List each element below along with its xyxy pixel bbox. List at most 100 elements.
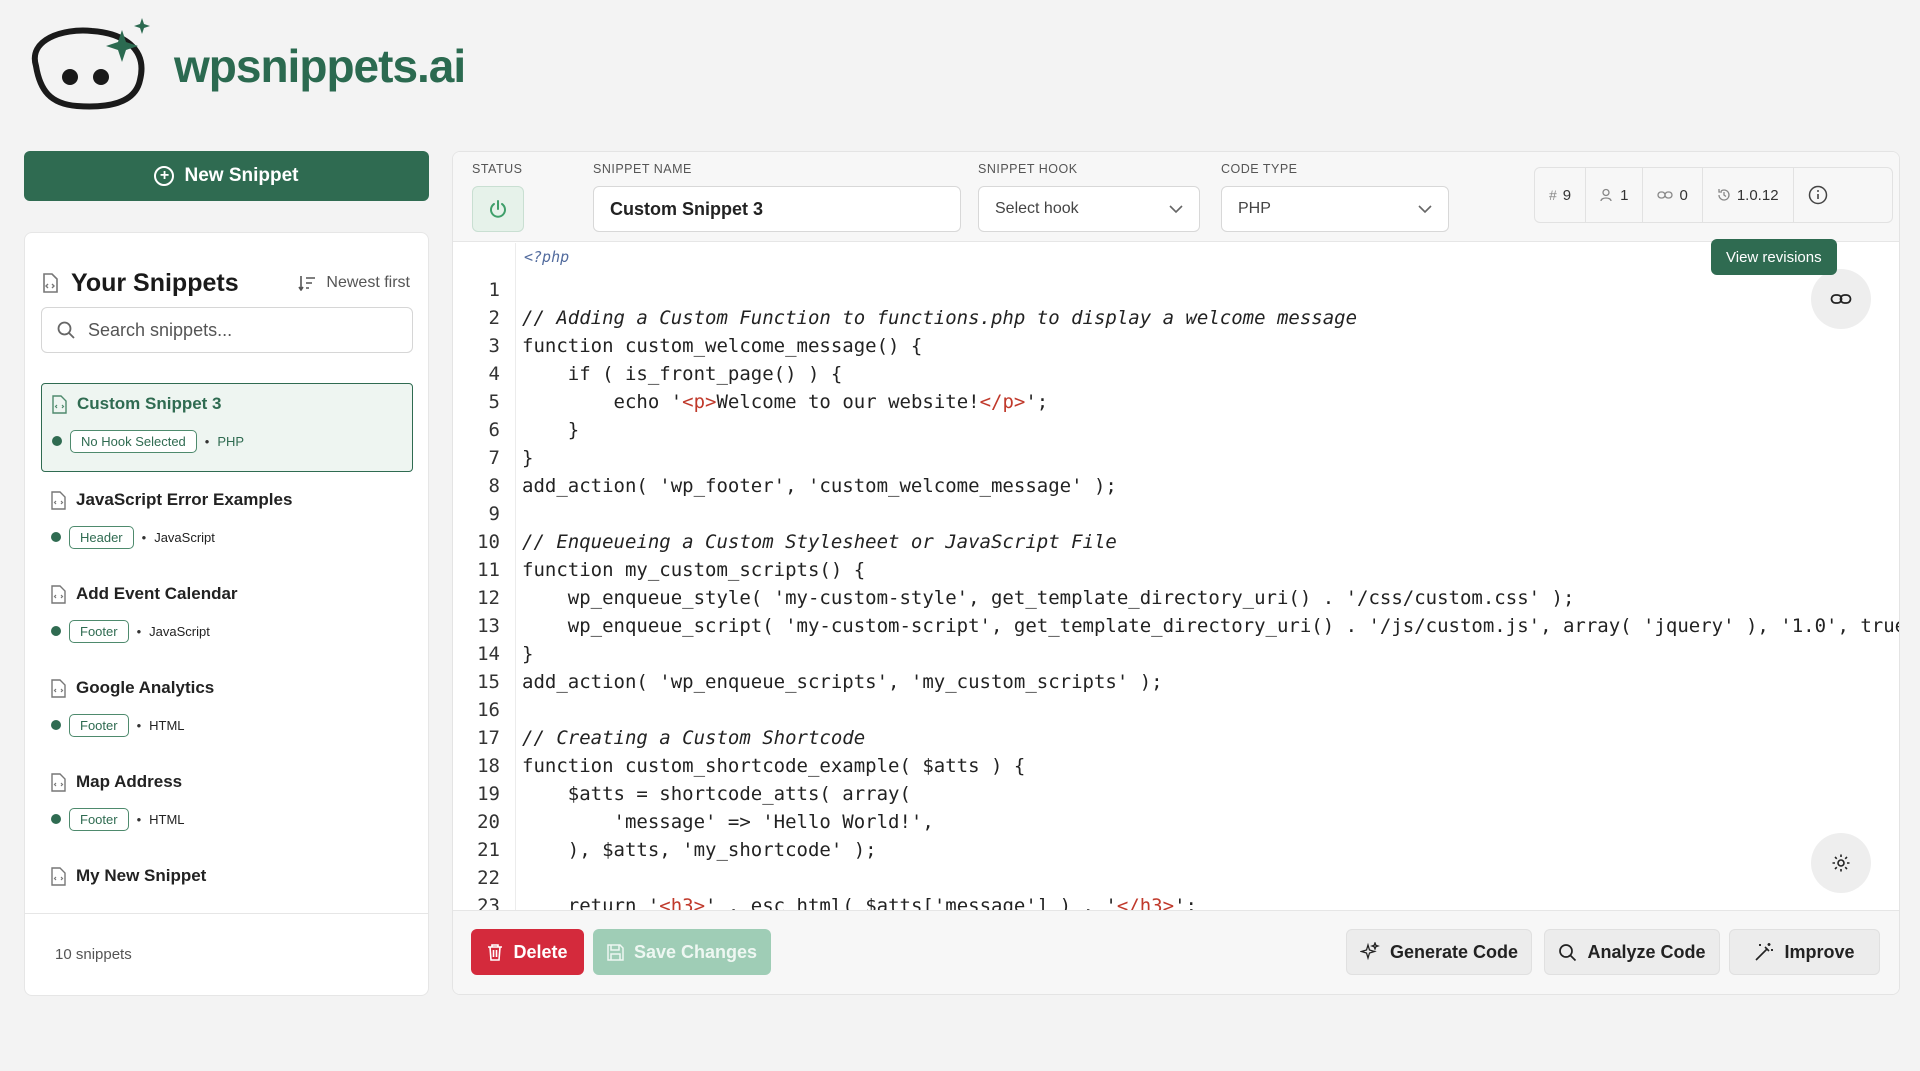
copy-link-button[interactable] [1811, 269, 1871, 329]
snippet-item[interactable]: Custom Snippet 3 No Hook Selected • PHP [41, 383, 413, 472]
line-number: 14 [477, 643, 500, 665]
search-input[interactable] [88, 319, 388, 341]
line-content: function custom_shortcode_example( $atts… [522, 755, 1026, 777]
status-label: STATUS [472, 162, 523, 176]
snippet-name-label: SNIPPET NAME [593, 162, 692, 176]
code-line: 12 wp_enqueue_style( 'my-custom-style', … [453, 584, 1574, 612]
file-code-icon [51, 584, 66, 604]
line-content: // Adding a Custom Function to functions… [522, 307, 1358, 329]
chevron-down-icon [1169, 204, 1183, 213]
snippet-type: JavaScript [154, 529, 215, 545]
code-line: 1 [453, 276, 522, 304]
hook-badge: Header [69, 525, 134, 549]
status-toggle[interactable] [472, 186, 524, 232]
plus-circle-icon: + [154, 166, 175, 186]
snippet-count: 10 snippets [25, 913, 428, 995]
code-line: 16 [453, 696, 522, 724]
snippet-name-input[interactable] [593, 186, 961, 232]
line-number: 15 [477, 671, 500, 693]
code-line: 18 function custom_shortcode_example( $at… [453, 752, 1025, 780]
hook-badge: Footer [69, 713, 129, 737]
trash-icon [488, 944, 503, 961]
search-box[interactable] [41, 307, 413, 353]
code-line: 3 function custom_welcome_message() { [453, 332, 923, 360]
stat-id[interactable]: # 9 [1535, 168, 1587, 222]
line-content: wp_enqueue_script( 'my-custom-script', g… [522, 615, 1899, 637]
code-line: 7} [453, 444, 534, 472]
delete-button[interactable]: Delete [471, 929, 584, 975]
code-line: 14} [453, 640, 533, 668]
editor-settings-button[interactable] [1811, 833, 1871, 893]
line-content: add_action( 'wp_footer', 'custom_welcome… [522, 475, 1117, 497]
line-number: 12 [477, 587, 500, 609]
code-editor[interactable]: <?php 1 2// Adding a Custom Function to f… [453, 243, 1899, 912]
snippet-type: JavaScript [149, 623, 210, 639]
line-content: // Enqueueing a Custom Stylesheet or Jav… [522, 531, 1117, 553]
type-select-value: PHP [1238, 200, 1271, 217]
code-line: 5 echo '<p>Welcome to our website!</p>'; [453, 388, 1049, 416]
sort-toggle[interactable]: Newest first [298, 274, 410, 292]
logo-mascot-icon [31, 18, 150, 110]
editor-panel: STATUS SNIPPET NAME SNIPPET HOOK CODE TY… [452, 151, 1900, 995]
file-code-icon [51, 678, 66, 698]
save-changes-button[interactable]: Save Changes [593, 929, 771, 975]
snippet-hook-select[interactable]: Select hook [978, 186, 1200, 232]
generate-code-button[interactable]: Generate Code [1346, 929, 1532, 975]
line-content: ), $atts, 'my_shortcode' ); [522, 839, 877, 861]
hook-badge: Footer [69, 807, 129, 831]
hook-select-value: Select hook [995, 200, 1079, 217]
new-snippet-button[interactable]: + New Snippet [24, 151, 429, 201]
line-number: 9 [488, 503, 500, 525]
stat-links[interactable]: 0 [1643, 168, 1703, 222]
file-code-icon [51, 772, 66, 792]
snippet-item[interactable]: Google Analytics Footer • HTML [41, 668, 413, 742]
snippet-type: HTML [149, 811, 185, 827]
code-line: 17 // Creating a Custom Shortcode [453, 724, 865, 752]
code-line: 19 $atts = shortcode_atts( array( [453, 780, 911, 808]
power-icon [490, 200, 506, 218]
code-line: 11 function my_custom_scripts() { [453, 556, 865, 584]
stat-users[interactable]: 1 [1586, 168, 1644, 222]
line-number: 22 [477, 867, 500, 889]
line-number: 18 [477, 755, 500, 777]
snippet-item[interactable]: Map Address Footer • HTML [41, 762, 413, 836]
line-number: 13 [477, 615, 500, 637]
snippet-item[interactable]: Add Event Calendar Footer • JavaScript [41, 574, 413, 648]
code-line: 15 add_action( 'wp_enqueue_scripts', 'my_… [453, 668, 1163, 696]
revisions-tooltip: View revisions [1711, 239, 1837, 275]
improve-button[interactable]: Improve [1729, 929, 1880, 975]
line-content: if ( is_front_page() ) { [522, 363, 843, 385]
line-content: add_action( 'wp_enqueue_scripts', 'my_cu… [522, 671, 1163, 693]
line-number: 19 [477, 783, 500, 805]
info-button[interactable] [1794, 168, 1842, 222]
gear-icon [1832, 854, 1850, 872]
snippet-item[interactable]: JavaScript Error Examples Header • JavaS… [41, 480, 413, 554]
analyze-code-button[interactable]: Analyze Code [1544, 929, 1720, 975]
file-code-icon [51, 866, 66, 886]
status-dot [51, 814, 61, 824]
view-revisions-button[interactable]: 1.0.12 [1703, 168, 1794, 222]
snippet-name: Add Event Calendar [76, 584, 238, 603]
line-content: echo '<p>Welcome to our website!</p>'; [522, 391, 1049, 413]
snippet-type: HTML [149, 717, 185, 733]
line-content: // Creating a Custom Shortcode [522, 727, 866, 749]
sort-label: Newest first [326, 274, 410, 291]
line-number: 11 [477, 559, 500, 581]
info-icon [1808, 185, 1827, 205]
code-type-select[interactable]: PHP [1221, 186, 1449, 232]
line-content: $atts = shortcode_atts( array( [522, 783, 911, 805]
line-content: } [522, 643, 534, 665]
search-icon [1559, 943, 1577, 961]
code-line: 22 [453, 864, 522, 892]
line-number: 3 [488, 335, 500, 357]
link-icon [1657, 191, 1674, 199]
search-icon [57, 321, 75, 339]
code-line: 21 ), $atts, 'my_shortcode' ); [453, 836, 877, 864]
snippet-name: Custom Snippet 3 [77, 394, 222, 413]
snippet-name: My New Snippet [76, 866, 207, 885]
user-icon [1600, 188, 1612, 202]
snippet-item[interactable]: My New Snippet [41, 856, 413, 896]
hash-icon: # [1549, 187, 1557, 203]
line-number: 10 [477, 531, 500, 553]
line-number: 5 [488, 391, 500, 413]
